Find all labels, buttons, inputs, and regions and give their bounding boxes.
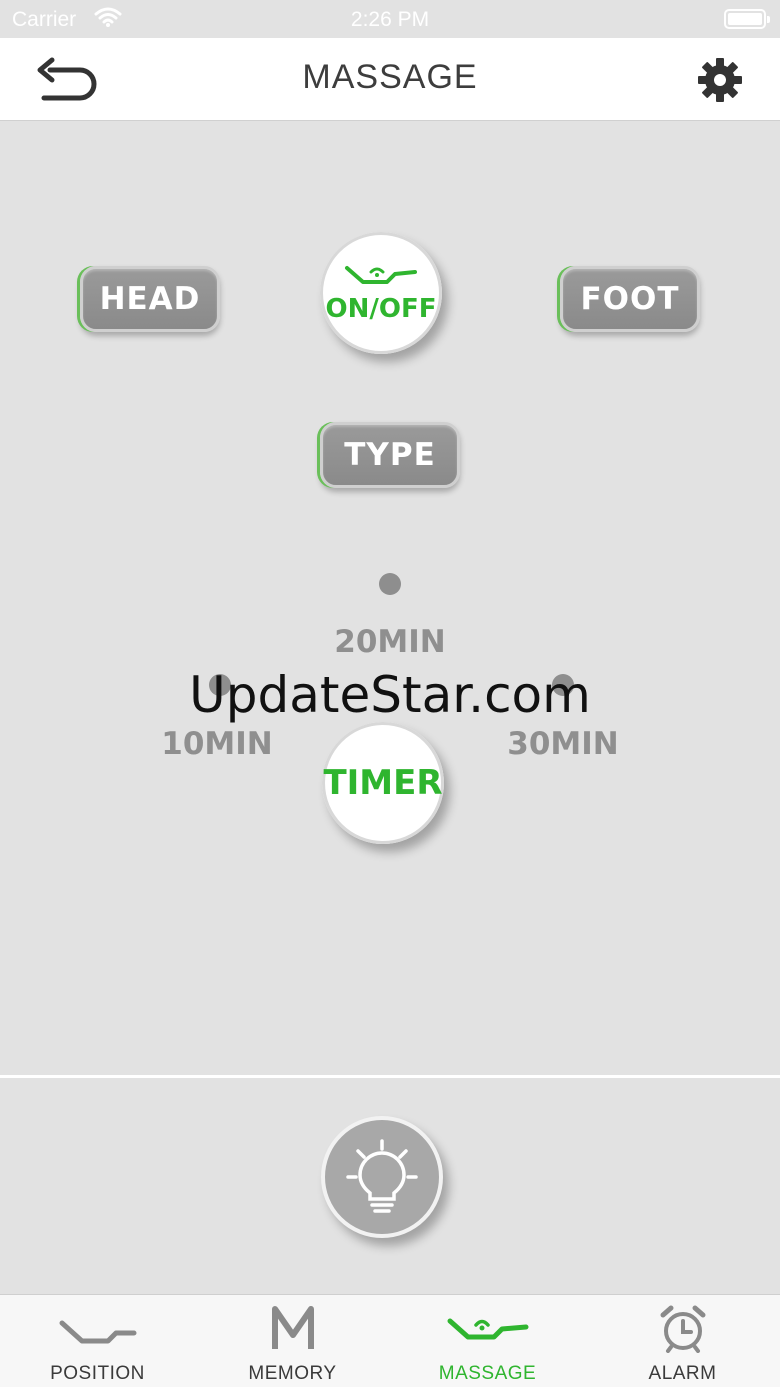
head-button[interactable]: HEAD — [80, 266, 220, 332]
timer-label-20min: 20MIN — [334, 624, 446, 660]
timer-label-10min: 10MIN — [161, 726, 273, 762]
timer-label: TIMER — [323, 763, 443, 803]
memory-m-icon — [271, 1306, 314, 1349]
light-button[interactable] — [321, 1116, 443, 1238]
nav-header: MASSAGE — [0, 38, 780, 121]
watermark-text: UpdateStar.com — [189, 666, 591, 724]
timer-indicator-20min — [379, 573, 401, 595]
tab-memory[interactable]: MEMORY — [195, 1295, 390, 1387]
status-bar: Carrier 2:26 PM — [0, 0, 780, 38]
page-title: MASSAGE — [302, 58, 478, 96]
timer-button[interactable]: TIMER — [322, 722, 444, 844]
foot-button[interactable]: FOOT — [560, 266, 700, 332]
tab-position-label: POSITION — [50, 1363, 145, 1384]
massage-onoff-button[interactable]: ON/OFF — [320, 232, 442, 354]
tab-alarm[interactable]: ALARM — [585, 1295, 780, 1387]
tab-bar: POSITION MEMORY MASSAGE ALARM — [0, 1294, 780, 1387]
tab-massage-label: MASSAGE — [438, 1363, 537, 1384]
tab-massage[interactable]: MASSAGE — [390, 1295, 585, 1387]
tab-memory-label: MEMORY — [248, 1363, 337, 1384]
massage-icon — [447, 1318, 528, 1340]
timer-label-30min: 30MIN — [507, 726, 619, 762]
type-button[interactable]: TYPE — [320, 422, 460, 488]
massage-icon — [345, 266, 417, 284]
divider — [0, 1075, 780, 1078]
lightbulb-icon — [346, 1139, 418, 1213]
bed-position-icon — [59, 1320, 136, 1344]
alarm-clock-icon — [660, 1305, 705, 1353]
battery-icon — [724, 9, 770, 29]
gear-icon[interactable] — [696, 56, 744, 104]
status-time: 2:26 PM — [350, 8, 430, 31]
tab-alarm-label: ALARM — [648, 1363, 717, 1384]
tab-position[interactable]: POSITION — [0, 1295, 195, 1387]
onoff-label: ON/OFF — [325, 294, 437, 324]
